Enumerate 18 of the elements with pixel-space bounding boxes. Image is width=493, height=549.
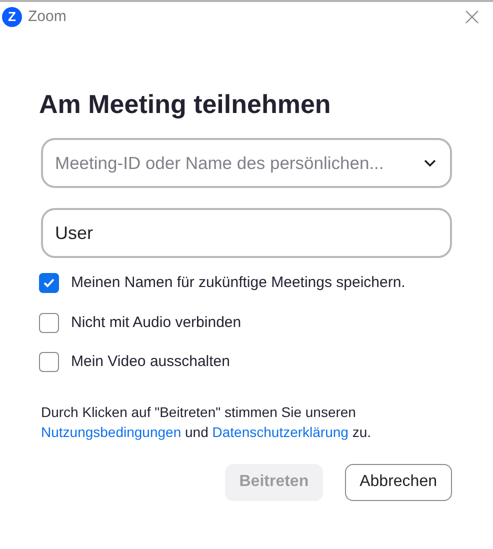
window-title: Zoom: [28, 6, 66, 27]
terms-notice: Durch Klicken auf "Beitreten" stimmen Sie unseren Nutzungsbedingungen und Datenschutzerklärung zu.: [41, 402, 372, 442]
meeting-id-field[interactable]: Meeting-ID oder Name des persönlichen...: [41, 138, 452, 188]
dialog-heading: Am Meeting teilnehmen: [39, 88, 332, 121]
checkmark-icon: [43, 278, 55, 288]
terms-link[interactable]: Nutzungsbedingungen: [41, 424, 182, 440]
checkbox-label: Meinen Namen für zukünftige Meetings speichern.: [71, 273, 406, 293]
checkbox[interactable]: [39, 312, 59, 333]
name-field[interactable]: User: [41, 208, 452, 258]
checkbox[interactable]: [39, 352, 59, 372]
logo-icon: Z: [2, 7, 22, 27]
checkbox[interactable]: [39, 273, 59, 294]
privacy-link[interactable]: Datenschutzerklärung: [212, 424, 348, 440]
chevron-down-icon[interactable]: [424, 159, 436, 167]
cancel-button[interactable]: Abbrechen: [344, 464, 452, 500]
close-icon[interactable]: [465, 10, 479, 24]
checkbox-label: Nicht mit Audio verbinden: [71, 312, 242, 332]
checkbox-label: Mein Video ausschalten: [71, 352, 230, 372]
